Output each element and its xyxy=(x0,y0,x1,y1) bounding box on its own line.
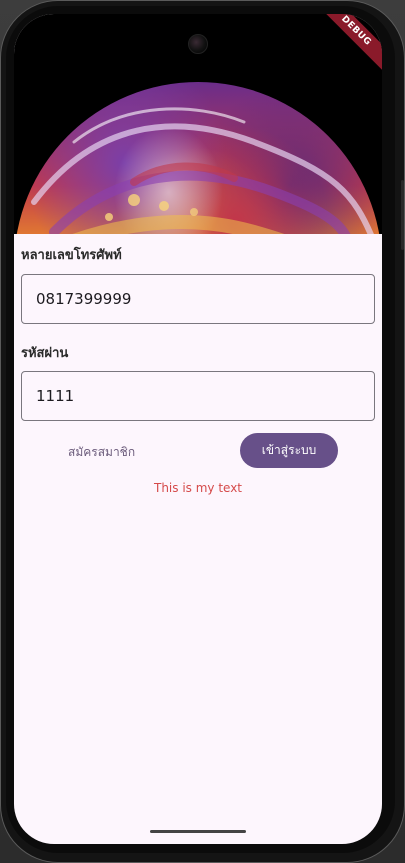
phone-input[interactable] xyxy=(21,274,375,324)
register-button[interactable]: สมัครสมาชิก xyxy=(68,443,135,462)
power-button xyxy=(401,180,404,250)
password-input[interactable] xyxy=(21,371,375,421)
phone-label: หลายเลขโทรศัพท์ xyxy=(21,248,122,263)
home-indicator[interactable] xyxy=(150,830,246,833)
device-mockup: DEBUG หลายเลขโทรศัพท์ รหัสผ่าน สมัครสมาช… xyxy=(0,0,405,863)
planet-swirl-art xyxy=(17,107,382,234)
status-message: This is my text xyxy=(153,481,243,495)
debug-banner: DEBUG xyxy=(315,14,382,72)
password-label: รหัสผ่าน xyxy=(21,346,69,361)
header-image: DEBUG xyxy=(14,14,382,234)
login-button[interactable]: เข้าสู่ระบบ xyxy=(240,433,338,468)
app-screen: DEBUG หลายเลขโทรศัพท์ รหัสผ่าน สมัครสมาช… xyxy=(14,14,382,844)
front-camera-icon xyxy=(188,34,208,54)
